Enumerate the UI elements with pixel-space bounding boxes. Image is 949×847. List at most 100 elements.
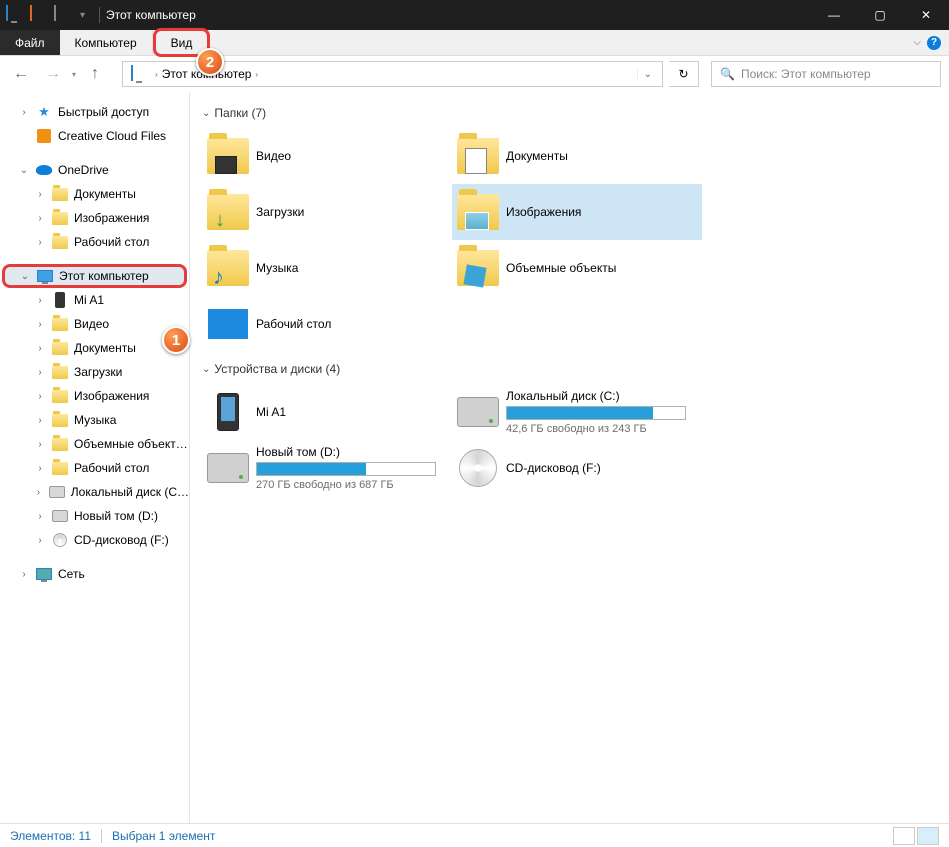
folder-item[interactable]: Изображения [452, 184, 702, 240]
sidebar-item[interactable]: › Mi A1 [0, 288, 189, 312]
back-button[interactable]: ← [8, 61, 34, 87]
device-item[interactable]: CD-дисковод (F:) [452, 440, 702, 496]
folder-item[interactable]: Объемные объекты [452, 240, 702, 296]
folder-label: Музыка [256, 261, 298, 275]
folder-label: Документы [506, 149, 568, 163]
sidebar-item-this-pc[interactable]: ⌄ Этот компьютер [2, 264, 187, 288]
folder-icon [52, 316, 68, 332]
pc-icon [6, 6, 24, 24]
folder-label: Загрузки [256, 205, 304, 219]
sidebar-item-label: CD-дисковод (F:) [74, 533, 169, 547]
network-icon [36, 566, 52, 582]
sidebar-item-network[interactable]: › Сеть [0, 562, 189, 586]
folder-item[interactable]: Рабочий стол [202, 296, 452, 352]
device-label: Mi A1 [256, 405, 286, 419]
cd-icon [52, 532, 68, 548]
history-dropdown-icon[interactable]: ▾ [72, 70, 76, 79]
sidebar-item[interactable]: › Новый том (D:) [0, 504, 189, 528]
help-icon[interactable]: ? [927, 36, 941, 50]
annotation-badge-1: 1 [162, 326, 190, 354]
maximize-button[interactable]: ▢ [857, 0, 903, 30]
usage-bar [256, 462, 436, 476]
sidebar-item-onedrive[interactable]: ⌄ OneDrive [0, 158, 189, 182]
device-item[interactable]: Новый том (D:) 270 ГБ свободно из 687 ГБ [202, 440, 452, 496]
folder-icon [456, 134, 500, 178]
quick-access-toolbar: ▾ [6, 6, 85, 24]
chevron-right-icon[interactable]: › [255, 70, 258, 79]
navigation-pane: ›★ Быстрый доступ › Creative Cloud Files… [0, 92, 190, 823]
sidebar-item-label: Creative Cloud Files [58, 129, 166, 143]
sidebar-item[interactable]: › Документы [0, 336, 189, 360]
cc-icon [36, 128, 52, 144]
cd-icon [456, 446, 500, 490]
folder-icon [52, 186, 68, 202]
device-item[interactable]: Локальный диск (C:) 42,6 ГБ свободно из … [452, 384, 702, 440]
folder-icon [206, 134, 250, 178]
drive-icon [206, 446, 250, 490]
content-pane: ⌄ Папки (7) Видео Документы ↓ Загрузки И… [190, 92, 949, 823]
folder-icon [52, 234, 68, 250]
sidebar-item[interactable]: › Загрузки [0, 360, 189, 384]
folder-icon [52, 460, 68, 476]
folder-label: Видео [256, 149, 291, 163]
folder-icon [52, 210, 68, 226]
page-icon [30, 6, 48, 24]
phone-icon [206, 390, 250, 434]
forward-button[interactable]: → [40, 61, 66, 87]
device-label: Локальный диск (C:) [506, 389, 686, 403]
status-selection: Выбран 1 элемент [112, 829, 215, 843]
sidebar-item[interactable]: › Рабочий стол [0, 230, 189, 254]
group-header-folders[interactable]: ⌄ Папки (7) [202, 106, 937, 120]
qat-dropdown-icon[interactable]: ▾ [80, 10, 85, 21]
sidebar-item-label: Загрузки [74, 365, 122, 379]
usage-bar [506, 406, 686, 420]
sidebar-item[interactable]: › Изображения [0, 384, 189, 408]
folder-icon [456, 190, 500, 234]
tab-computer[interactable]: Компьютер [60, 30, 153, 55]
folder-icon [456, 246, 500, 290]
folder-item[interactable]: Документы [452, 128, 702, 184]
file-tab[interactable]: Файл [0, 30, 60, 55]
sidebar-item-label: Рабочий стол [74, 461, 149, 475]
sidebar-item-label: OneDrive [58, 163, 109, 177]
search-input[interactable]: 🔍 Поиск: Этот компьютер [711, 61, 941, 87]
sidebar-item[interactable]: › Объемные объект… [0, 432, 189, 456]
navigation-bar: ← → ▾ ↑ › Этот компьютер › ⌄ ↻ 🔍 Поиск: … [0, 56, 949, 92]
address-dropdown-icon[interactable]: ⌄ [637, 69, 658, 80]
group-header-devices[interactable]: ⌄ Устройства и диски (4) [202, 362, 937, 376]
sidebar-item-label: Видео [74, 317, 109, 331]
ribbon-tabs: Файл Компьютер Вид ⌵ ? [0, 30, 949, 56]
refresh-button[interactable]: ↻ [669, 61, 699, 87]
view-details-button[interactable] [893, 827, 915, 845]
view-tiles-button[interactable] [917, 827, 939, 845]
sidebar-item-quick-access[interactable]: ›★ Быстрый доступ [0, 100, 189, 124]
item-subtext: 270 ГБ свободно из 687 ГБ [256, 479, 436, 491]
sidebar-item[interactable]: › Рабочий стол [0, 456, 189, 480]
sidebar-item-label: Изображения [74, 211, 149, 225]
folder-item[interactable]: ♪ Музыка [202, 240, 452, 296]
device-item[interactable]: Mi A1 [202, 384, 452, 440]
folder-item[interactable]: Видео [202, 128, 452, 184]
ribbon-collapse-icon[interactable]: ⌵ [913, 37, 921, 48]
window-title: Этот компьютер [106, 8, 196, 22]
up-button[interactable]: ↑ [82, 61, 108, 87]
sidebar-item[interactable]: › Локальный диск (C… [0, 480, 189, 504]
folder-icon: ♪ [206, 246, 250, 290]
drive-icon [49, 484, 65, 500]
folder-item[interactable]: ↓ Загрузки [202, 184, 452, 240]
sidebar-item[interactable]: › CD-дисковод (F:) [0, 528, 189, 552]
close-button[interactable]: ✕ [903, 0, 949, 30]
sidebar-item-label: Музыка [74, 413, 116, 427]
sidebar-item-label: Этот компьютер [59, 269, 149, 283]
sidebar-item-creative-cloud[interactable]: › Creative Cloud Files [0, 124, 189, 148]
sidebar-item[interactable]: › Видео [0, 312, 189, 336]
status-item-count: Элементов: 11 [10, 829, 91, 843]
minimize-button[interactable]: ― [811, 0, 857, 30]
pc-icon [37, 268, 53, 284]
chevron-right-icon[interactable]: › [155, 70, 158, 79]
device-label: Новый том (D:) [256, 445, 436, 459]
sidebar-item[interactable]: › Изображения [0, 206, 189, 230]
sidebar-item[interactable]: › Музыка [0, 408, 189, 432]
properties-icon [54, 6, 72, 24]
sidebar-item[interactable]: › Документы [0, 182, 189, 206]
